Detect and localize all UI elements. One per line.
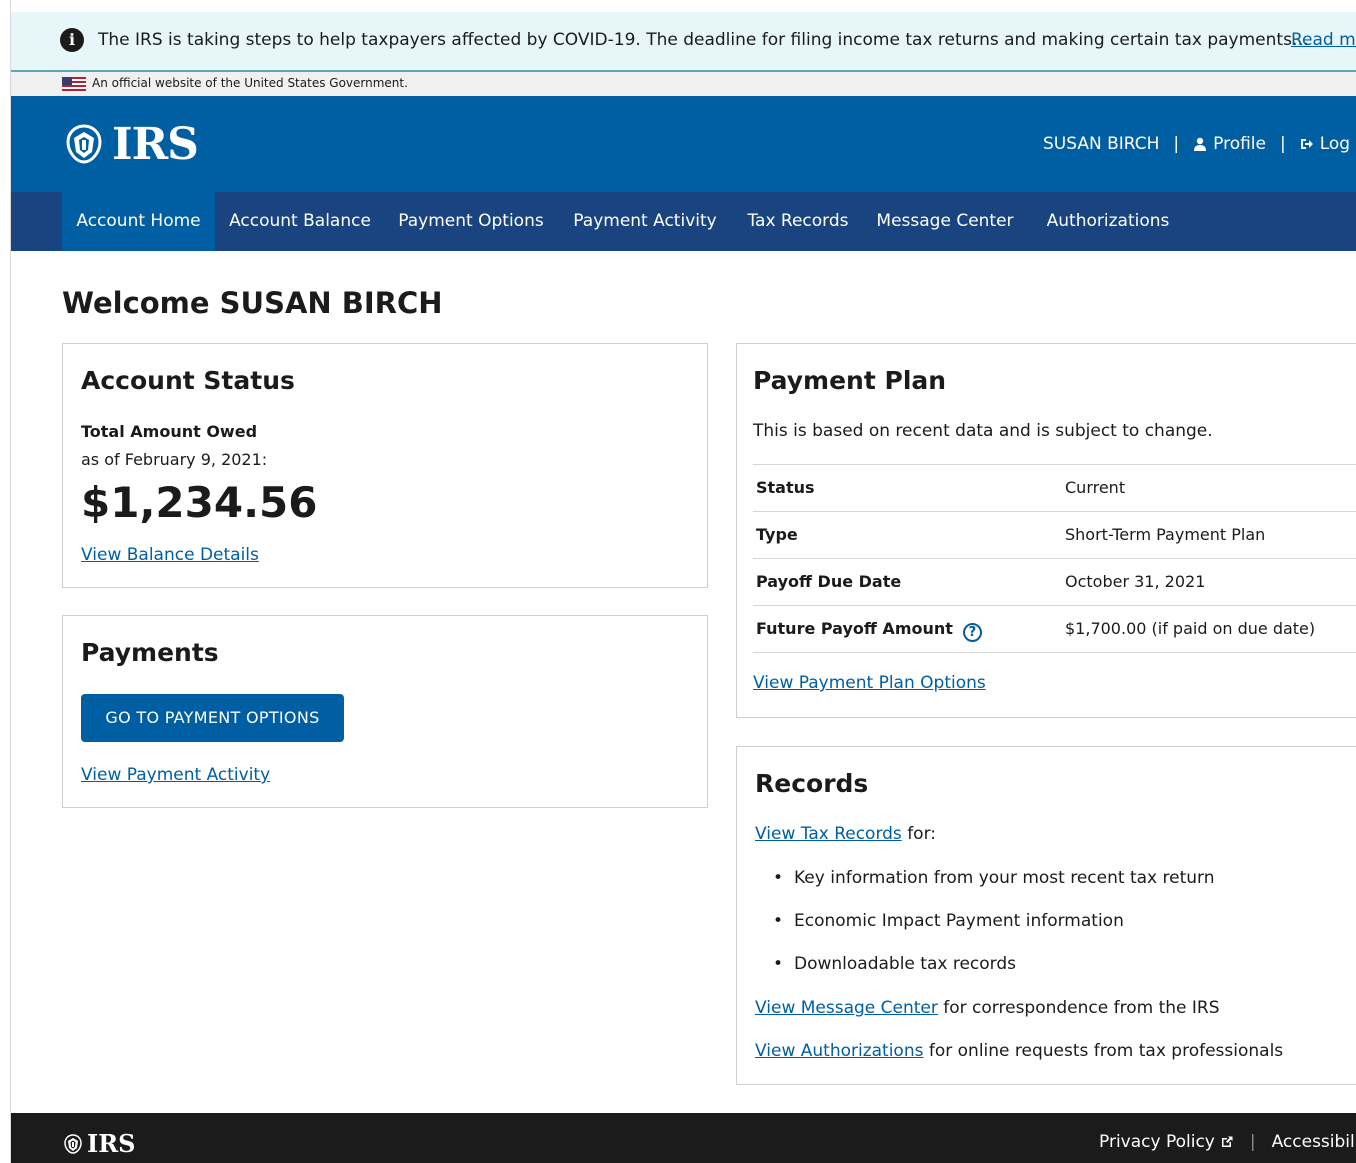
nav-payment-options[interactable]: Payment Options bbox=[391, 192, 551, 251]
row-value: Current bbox=[1065, 478, 1126, 497]
list-item: Downloadable tax records bbox=[773, 953, 1214, 996]
logout-link[interactable]: Log out bbox=[1300, 134, 1356, 154]
list-item: Economic Impact Payment information bbox=[773, 910, 1214, 953]
profile-label: Profile bbox=[1213, 134, 1266, 154]
row-key: Type bbox=[756, 525, 798, 544]
as-of-date: as of February 9, 2021: bbox=[81, 450, 268, 469]
nav-tax-records[interactable]: Tax Records bbox=[739, 192, 857, 251]
view-message-center-link[interactable]: View Message Center bbox=[755, 998, 938, 1018]
user-name: SUSAN BIRCH bbox=[1043, 134, 1160, 154]
records-card: Records View Tax Records for: Key inform… bbox=[736, 746, 1356, 1085]
view-authorizations-link[interactable]: View Authorizations bbox=[755, 1041, 923, 1061]
row-key: Payoff Due Date bbox=[756, 572, 902, 591]
records-title: Records bbox=[755, 769, 869, 798]
payment-plan-table: Status Current Type Short-Term Payment P… bbox=[753, 464, 1356, 653]
privacy-policy-link[interactable]: Privacy Policy bbox=[1099, 1132, 1234, 1152]
info-icon: i bbox=[60, 28, 84, 52]
payments-title: Payments bbox=[81, 638, 219, 667]
authorizations-suffix: for online requests from tax professiona… bbox=[923, 1041, 1284, 1061]
irs-eagle-icon bbox=[66, 124, 102, 164]
profile-link[interactable]: Profile bbox=[1193, 134, 1266, 154]
page-title: Welcome SUSAN BIRCH bbox=[62, 286, 443, 320]
header-separator: | bbox=[1173, 134, 1180, 154]
page-frame: i The IRS is taking steps to help taxpay… bbox=[11, 0, 1356, 1163]
total-owed-amount: $1,234.56 bbox=[81, 478, 318, 527]
footer-logo-text: IRS bbox=[87, 1129, 136, 1158]
alert-read-more-link[interactable]: Read more bbox=[1291, 30, 1356, 50]
row-value: October 31, 2021 bbox=[1065, 572, 1206, 591]
view-balance-details-link[interactable]: View Balance Details bbox=[81, 545, 259, 565]
site-header: IRS SUSAN BIRCH | Profile | Log out bbox=[11, 96, 1356, 192]
list-item: Key information from your most recent ta… bbox=[773, 867, 1214, 910]
view-payment-plan-options-link[interactable]: View Payment Plan Options bbox=[753, 673, 986, 693]
privacy-policy-label: Privacy Policy bbox=[1099, 1132, 1215, 1152]
payment-plan-title: Payment Plan bbox=[753, 366, 947, 395]
table-row: Type Short-Term Payment Plan bbox=[753, 512, 1356, 559]
go-to-payment-options-button[interactable]: GO TO PAYMENT OPTIONS bbox=[81, 694, 344, 742]
covid-alert-banner: i The IRS is taking steps to help taxpay… bbox=[11, 12, 1356, 72]
account-status-title: Account Status bbox=[81, 366, 295, 395]
row-key: Future Payoff Amount bbox=[756, 619, 953, 638]
row-value: $1,700.00 (if paid on due date) bbox=[1065, 619, 1316, 638]
payment-plan-card: Payment Plan This is based on recent dat… bbox=[736, 343, 1356, 718]
site-footer: IRS Privacy Policy | Accessibility bbox=[11, 1113, 1356, 1163]
tax-records-suffix: for: bbox=[901, 824, 937, 844]
message-center-line: View Message Center for correspondence f… bbox=[755, 998, 1220, 1018]
logout-label: Log out bbox=[1319, 134, 1356, 154]
tax-records-line: View Tax Records for: bbox=[755, 824, 936, 844]
tax-records-list: Key information from your most recent ta… bbox=[773, 867, 1214, 996]
view-payment-activity-link[interactable]: View Payment Activity bbox=[81, 765, 270, 785]
table-row: Status Current bbox=[753, 465, 1356, 512]
header-separator: | bbox=[1279, 134, 1286, 154]
payment-plan-subtitle: This is based on recent data and is subj… bbox=[753, 421, 1213, 441]
message-center-suffix: for correspondence from the IRS bbox=[937, 998, 1220, 1018]
gov-banner: An official website of the United States… bbox=[11, 72, 1356, 96]
payments-card: Payments GO TO PAYMENT OPTIONS View Paym… bbox=[62, 615, 708, 808]
view-tax-records-link[interactable]: View Tax Records bbox=[755, 824, 902, 844]
footer-separator: | bbox=[1249, 1132, 1256, 1152]
authorizations-line: View Authorizations for online requests … bbox=[755, 1041, 1283, 1061]
external-link-icon bbox=[1221, 1136, 1233, 1147]
main-nav: Account Home Account Balance Payment Opt… bbox=[11, 192, 1356, 251]
user-icon bbox=[1194, 137, 1207, 151]
nav-payment-activity[interactable]: Payment Activity bbox=[565, 192, 725, 251]
row-key: Status bbox=[756, 478, 815, 497]
footer-irs-logo[interactable]: IRS bbox=[62, 1129, 136, 1158]
irs-logo[interactable]: IRS bbox=[62, 118, 199, 170]
irs-eagle-icon bbox=[64, 1133, 82, 1154]
footer-links: Privacy Policy | Accessibility bbox=[1099, 1132, 1356, 1152]
nav-account-balance[interactable]: Account Balance bbox=[221, 192, 379, 251]
table-row: Payoff Due Date October 31, 2021 bbox=[753, 559, 1356, 606]
accessibility-link[interactable]: Accessibility bbox=[1272, 1132, 1356, 1152]
help-icon[interactable]: ? bbox=[962, 623, 982, 642]
logo-text: IRS bbox=[112, 118, 199, 170]
logout-icon bbox=[1300, 139, 1313, 149]
table-row: Future Payoff Amount? $1,700.00 (if paid… bbox=[753, 606, 1356, 653]
user-menu: SUSAN BIRCH | Profile | Log out bbox=[1043, 134, 1356, 154]
gov-banner-text: An official website of the United States… bbox=[92, 76, 408, 90]
nav-authorizations[interactable]: Authorizations bbox=[1036, 192, 1180, 251]
row-value: Short-Term Payment Plan bbox=[1065, 525, 1266, 544]
nav-message-center[interactable]: Message Center bbox=[871, 192, 1019, 251]
us-flag-icon bbox=[62, 77, 86, 91]
nav-account-home[interactable]: Account Home bbox=[62, 192, 215, 251]
alert-message: The IRS is taking steps to help taxpayer… bbox=[98, 30, 1309, 50]
row-key-with-help: Future Payoff Amount? bbox=[756, 619, 982, 642]
total-owed-label: Total Amount Owed bbox=[81, 422, 258, 441]
account-status-card: Account Status Total Amount Owed as of F… bbox=[62, 343, 708, 588]
window-left-edge bbox=[0, 0, 11, 1163]
